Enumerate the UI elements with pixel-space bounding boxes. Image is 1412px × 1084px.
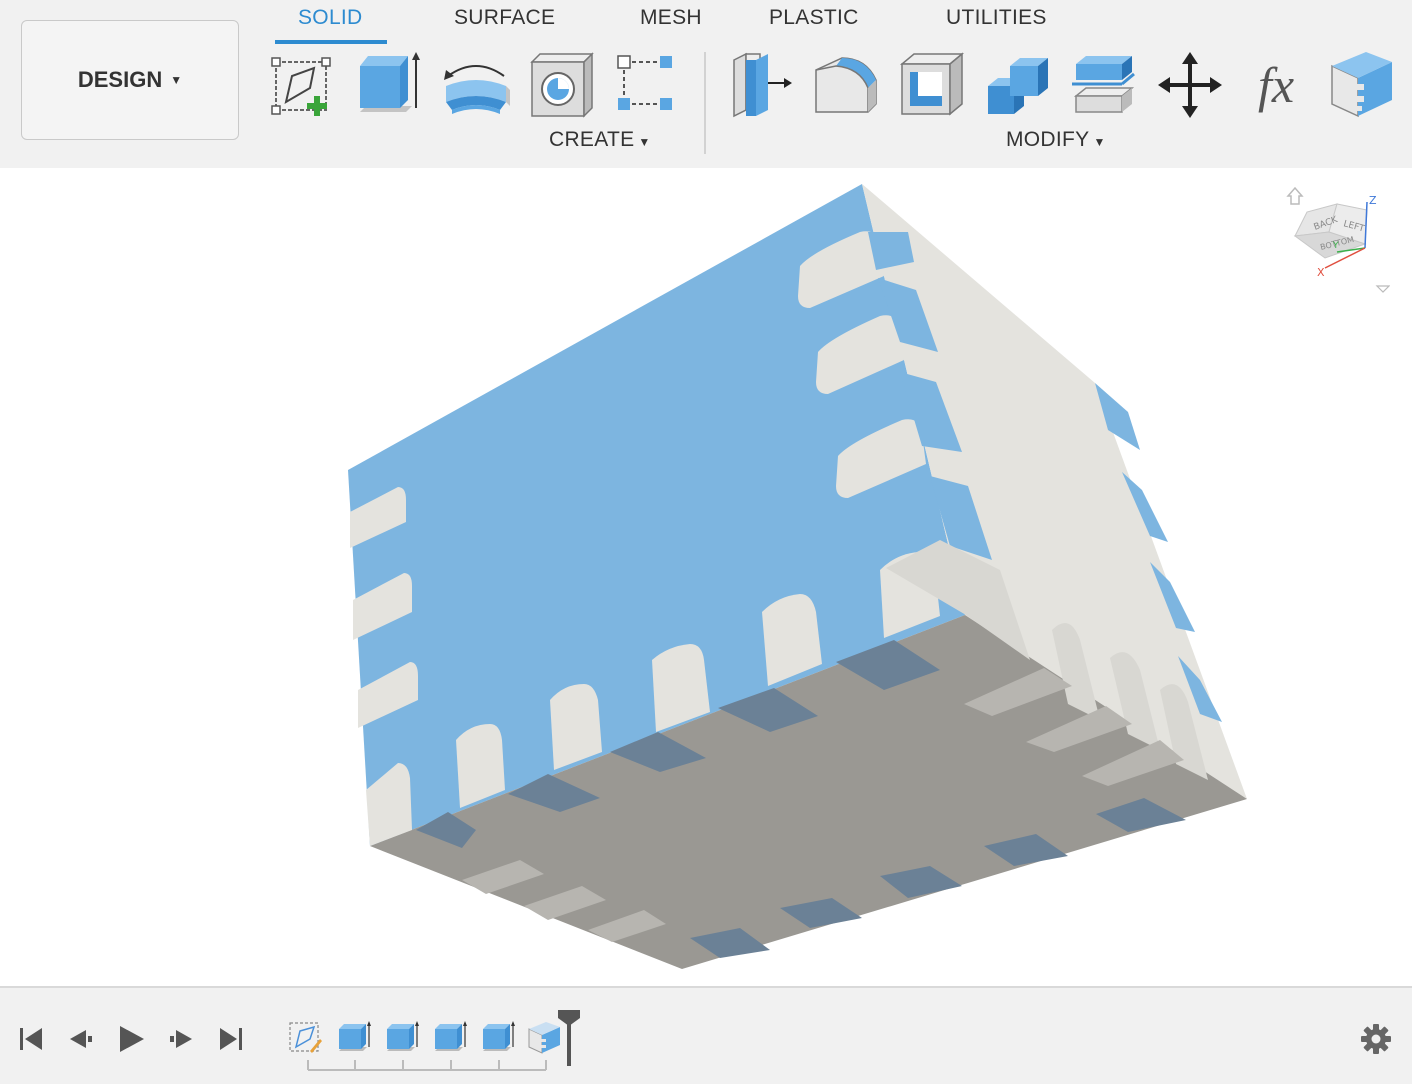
go-to-end-icon (220, 1028, 242, 1050)
view-cube[interactable]: BACK LEFT BOTTOM Z Y X (1285, 178, 1391, 303)
hole-icon (530, 52, 594, 118)
extrude-feature-icon (483, 1021, 515, 1051)
toolbar-divider (704, 52, 706, 154)
timeline-settings-button[interactable] (1359, 1022, 1393, 1056)
chevron-down-icon: ▼ (1093, 135, 1106, 149)
press-pull-icon (733, 52, 792, 118)
step-forward-button[interactable] (166, 1024, 196, 1054)
tab-surface[interactable]: SURFACE (454, 6, 555, 30)
hole-button[interactable] (528, 50, 596, 120)
timeline-sketch-feature[interactable] (286, 1019, 324, 1055)
box-joint-button[interactable] (1328, 50, 1396, 120)
create-label: CREATE (549, 128, 635, 151)
tab-mesh[interactable]: MESH (640, 6, 702, 30)
offset-face-button[interactable] (1070, 50, 1138, 120)
fillet-icon (815, 57, 877, 113)
parameters-label: fx (1258, 57, 1294, 113)
canvas-viewport[interactable]: BACK LEFT BOTTOM Z Y X (0, 168, 1412, 984)
gear-icon (1361, 1024, 1391, 1054)
axis-z-label: Z (1369, 194, 1377, 207)
tab-utilities[interactable]: UTILITIES (946, 6, 1047, 30)
press-pull-button[interactable] (726, 50, 794, 120)
timeline-extrude-feature-1[interactable] (335, 1019, 373, 1055)
parameters-icon: fx (1258, 57, 1294, 113)
create-sketch-button[interactable] (270, 50, 338, 120)
play-icon (120, 1026, 144, 1052)
parameters-button[interactable]: fx (1242, 50, 1310, 120)
axis-y-label: Y (1332, 241, 1339, 251)
modify-label: MODIFY (1006, 128, 1090, 151)
move-button[interactable] (1156, 50, 1224, 120)
tab-solid[interactable]: SOLID (298, 6, 363, 30)
sketch-feature-icon (289, 1022, 322, 1053)
revolve-icon (444, 65, 510, 114)
step-forward-icon (170, 1030, 192, 1048)
chevron-down-icon: ▼ (170, 73, 183, 87)
step-back-icon (70, 1030, 92, 1048)
workspace-dropdown[interactable]: DESIGN ▼ (21, 20, 239, 140)
pattern-icon (617, 55, 672, 110)
revolve-button[interactable] (442, 50, 510, 120)
workspace-label: DESIGN (77, 67, 163, 92)
fillet-button[interactable] (812, 50, 880, 120)
shell-button[interactable] (898, 50, 966, 120)
timeline-extrude-feature-4[interactable] (479, 1019, 517, 1055)
extrude-feature-icon (435, 1021, 467, 1051)
home-icon[interactable] (1286, 186, 1304, 205)
extrude-button[interactable] (356, 50, 424, 120)
axis-x-label: X (1317, 266, 1325, 279)
offset-face-icon (1072, 56, 1135, 113)
tab-plastic[interactable]: PLASTIC (769, 6, 859, 30)
pattern-button[interactable] (612, 50, 680, 120)
timeline-bar (0, 986, 1412, 1084)
timeline-position-marker[interactable] (556, 1010, 582, 1066)
combine-button[interactable] (984, 50, 1052, 120)
go-to-start-icon (20, 1028, 42, 1050)
chevron-down-icon: ▼ (638, 135, 651, 149)
go-to-start-button[interactable] (16, 1024, 46, 1054)
create-sketch-icon (271, 57, 331, 116)
step-back-button[interactable] (66, 1024, 96, 1054)
go-to-end-button[interactable] (216, 1024, 246, 1054)
shell-icon (899, 52, 965, 116)
timeline-extrude-feature-3[interactable] (431, 1019, 469, 1055)
active-tab-indicator (275, 40, 387, 44)
extrude-icon (360, 52, 420, 112)
create-menu[interactable]: CREATE ▼ (549, 128, 651, 152)
extrude-feature-icon (387, 1021, 419, 1051)
timeline-extrude-feature-2[interactable] (383, 1019, 421, 1055)
extrude-feature-icon (339, 1021, 371, 1051)
combine-icon (988, 58, 1048, 114)
play-button[interactable] (116, 1024, 146, 1054)
modify-menu[interactable]: MODIFY ▼ (1006, 128, 1106, 152)
timeline-group-bracket (307, 1060, 547, 1071)
model-render[interactable] (0, 168, 1412, 984)
box-joint-icon (1331, 52, 1392, 118)
toolbar: DESIGN ▼ SOLID SURFACE MESH PLASTIC UTIL… (0, 0, 1412, 168)
move-icon (1158, 52, 1222, 118)
viewcube-menu-icon[interactable] (1375, 285, 1391, 293)
